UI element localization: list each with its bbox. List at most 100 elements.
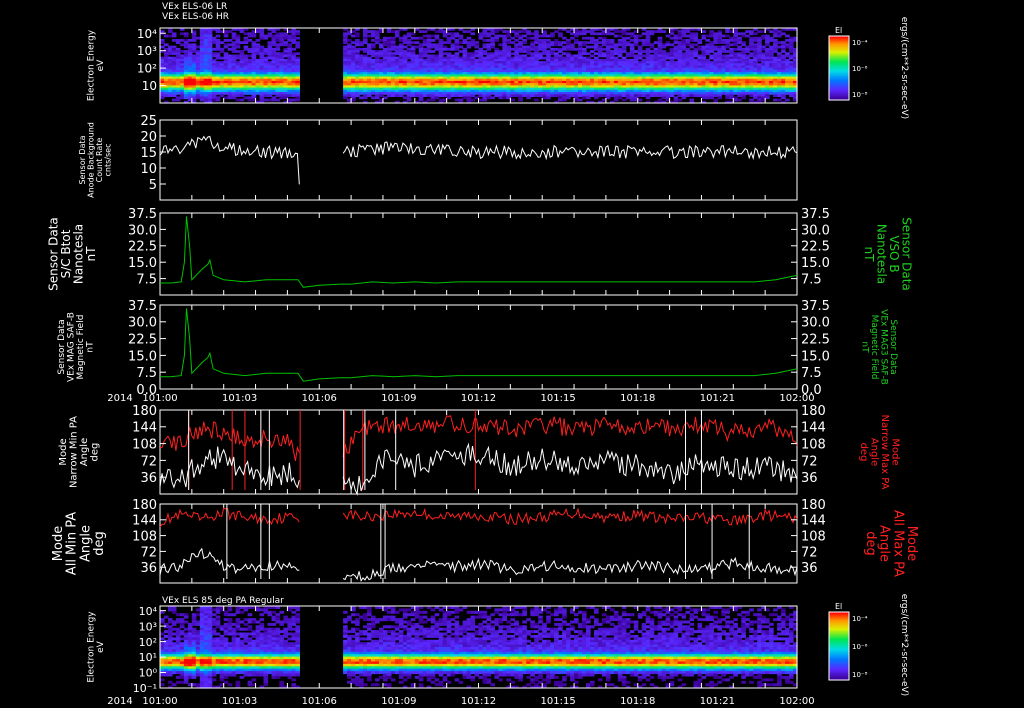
spectrogram-cell bbox=[247, 39, 253, 42]
y-tick-label: 180 bbox=[132, 404, 157, 419]
spectrogram-cell bbox=[275, 47, 281, 51]
spectrogram-cell bbox=[705, 39, 710, 42]
spectrogram-cell bbox=[558, 43, 563, 47]
axis-label-line: Mode bbox=[58, 438, 69, 465]
spectrogram-cell bbox=[601, 43, 607, 47]
spectrogram-cell bbox=[279, 96, 284, 100]
spectrogram-cell bbox=[737, 47, 742, 51]
spectrogram-cell bbox=[267, 34, 273, 38]
spectrogram-cell bbox=[462, 96, 468, 100]
spectrogram-cell bbox=[514, 39, 519, 42]
spectrogram-cell bbox=[179, 32, 185, 36]
panel-background-frame bbox=[159, 119, 798, 201]
spectrogram-cell bbox=[733, 47, 738, 51]
panel-btot-frame bbox=[159, 212, 798, 296]
spectrogram-cell bbox=[291, 98, 296, 102]
axis-label-line: deg bbox=[863, 531, 878, 556]
spectrogram-cell bbox=[705, 34, 710, 38]
spectrogram-bottom bbox=[160, 606, 798, 689]
mag-series-0 bbox=[160, 308, 798, 382]
spectrogram-cell bbox=[442, 34, 448, 38]
spectrogram-cell bbox=[578, 32, 583, 36]
spectrogram-cell bbox=[183, 96, 189, 100]
spectrogram-cell bbox=[550, 34, 555, 38]
spectrogram-cell bbox=[164, 43, 169, 47]
spectrogram-cell bbox=[414, 36, 420, 40]
spectrogram-cell bbox=[729, 43, 734, 47]
spectrogram-cell bbox=[175, 671, 181, 675]
spectrogram-cell bbox=[518, 98, 523, 102]
spectrogram-cell bbox=[590, 32, 595, 36]
spectrogram-cell bbox=[621, 98, 627, 102]
spectrogram-cell bbox=[267, 56, 273, 60]
btot-series-0 bbox=[160, 216, 798, 288]
spectrogram-cell bbox=[171, 637, 177, 641]
spectrogram-cell bbox=[629, 39, 635, 42]
spectrogram-cell bbox=[211, 678, 217, 682]
ylabel-btot-left: Sensor DataS/C BtotNanoteslanT bbox=[46, 217, 98, 291]
spectrogram-cell bbox=[510, 98, 515, 102]
spectrogram-cell bbox=[586, 30, 591, 33]
spectrogram-cell bbox=[546, 96, 551, 100]
spectrogram-cell bbox=[191, 622, 197, 626]
spectrogram-cell bbox=[263, 98, 269, 102]
spectrogram-cell bbox=[709, 56, 714, 60]
y-tick-label: 72 bbox=[140, 545, 157, 560]
chart-canvas: 10⁴10³10²10Electron Energy eV252015105Sen… bbox=[46, 17, 919, 707]
spectrogram-cell bbox=[219, 678, 225, 682]
spectrogram-cell bbox=[669, 32, 675, 36]
spectrogram-cell bbox=[542, 34, 547, 38]
spectrogram-cell bbox=[681, 96, 687, 100]
spectrogram-cell bbox=[215, 625, 221, 629]
spectrogram-cell bbox=[685, 43, 691, 47]
spectrogram-cell bbox=[789, 56, 794, 60]
spectrogram-cell bbox=[398, 94, 404, 97]
spectrogram-cell bbox=[351, 98, 356, 102]
y-tick-label: 10³ bbox=[137, 44, 157, 58]
spectrogram-cell bbox=[367, 94, 372, 97]
spectrogram-cell bbox=[777, 41, 782, 44]
spectrogram-cell bbox=[191, 50, 197, 53]
spectrogram-cell bbox=[243, 47, 249, 51]
spectrogram-cell bbox=[518, 30, 523, 33]
spectrogram-cell bbox=[789, 50, 794, 53]
axis-label-line: Angle bbox=[868, 438, 879, 466]
spectrogram-cell bbox=[733, 43, 738, 47]
spectrogram-cell bbox=[171, 98, 177, 102]
spectrogram-cell bbox=[390, 30, 396, 33]
axis-label-line: nT bbox=[84, 246, 98, 262]
spectrogram-cell bbox=[160, 637, 165, 641]
spectrogram-cell bbox=[227, 613, 233, 617]
spectrogram-cell bbox=[227, 47, 233, 51]
spectrogram-cell bbox=[490, 92, 495, 95]
spectrogram-cell bbox=[430, 45, 436, 49]
axis-label-line: nT bbox=[85, 341, 95, 353]
spectrogram-cell bbox=[243, 32, 249, 36]
spectrogram-cell bbox=[235, 610, 241, 614]
spectrogram-cell bbox=[406, 43, 412, 47]
spectrogram-cell bbox=[175, 680, 181, 684]
spectrogram-cell bbox=[379, 45, 384, 49]
spectrogram-cell bbox=[705, 96, 710, 100]
spectrogram-cell bbox=[171, 39, 177, 42]
spectrogram-cell bbox=[347, 39, 352, 42]
spectrogram-cell bbox=[195, 96, 201, 100]
spectrogram-cell bbox=[223, 680, 229, 684]
spectrogram-cell bbox=[458, 50, 464, 53]
spectrogram-cell bbox=[223, 92, 229, 95]
spectrogram-cell bbox=[494, 94, 499, 97]
axis-label-line: deg bbox=[92, 531, 107, 556]
spectrogram-cell bbox=[175, 41, 181, 44]
spectrogram-cell bbox=[605, 96, 611, 100]
spectrogram-cell bbox=[717, 41, 722, 44]
spectrogram-cell bbox=[649, 50, 655, 53]
spectrogram-top bbox=[160, 28, 798, 104]
spectrogram-cell bbox=[554, 30, 559, 33]
spectrogram-cell bbox=[406, 56, 412, 60]
spectrogram-cell bbox=[609, 45, 615, 49]
spectrogram-cell bbox=[669, 36, 675, 40]
spectrogram-cell bbox=[227, 30, 233, 33]
spectrogram-cell bbox=[450, 94, 456, 97]
spectrogram-cell bbox=[179, 43, 185, 47]
spectrogram-cell bbox=[590, 45, 595, 49]
